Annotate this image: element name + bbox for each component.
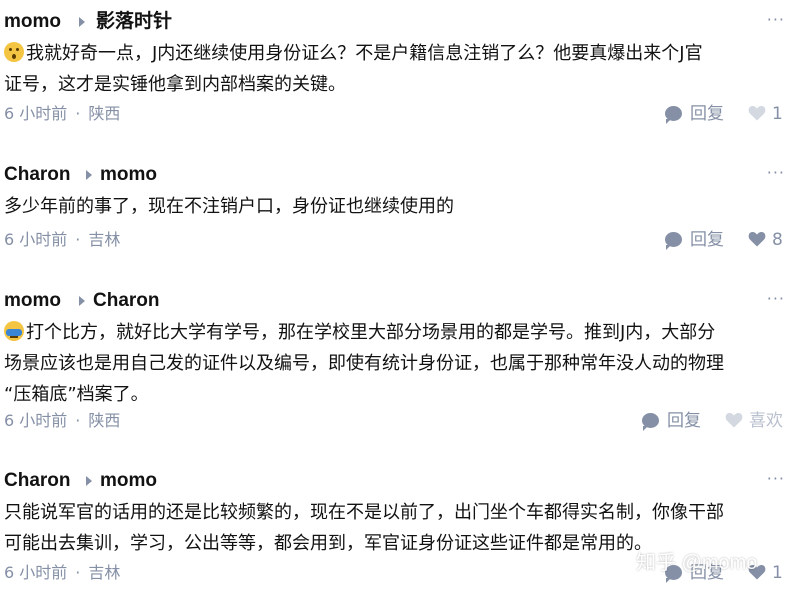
comment-header: Charon momo ··· bbox=[4, 467, 789, 495]
reply-arrow-icon bbox=[79, 296, 85, 306]
comment-actions: 回复 8 bbox=[665, 228, 790, 252]
comment-line: 可能出去集训，学习，公出等等，都会用到，军官证身份证这些证件都是常用的。 bbox=[4, 533, 652, 554]
reply-button[interactable]: 回复 bbox=[665, 102, 724, 126]
more-options-icon[interactable]: ··· bbox=[767, 469, 785, 488]
reply-button[interactable]: 回复 bbox=[642, 409, 701, 433]
comment-line: 多少年前的事了，现在不注销户口，身份证也继续使用的 bbox=[4, 196, 454, 217]
zhihu-watermark: 知乎 @momo bbox=[636, 552, 758, 574]
author-name[interactable]: Charon bbox=[4, 467, 71, 495]
comment-line: 我就好奇一点，J内还继续使用身份证么？不是户籍信息注销了么？他要真爆出来个J官 bbox=[26, 43, 703, 64]
timestamp: 6 小时前 bbox=[4, 563, 68, 582]
timestamp: 6 小时前 bbox=[4, 230, 68, 249]
reply-to-name[interactable]: momo bbox=[100, 467, 157, 495]
comment-bubble-icon bbox=[642, 413, 659, 431]
author-name[interactable]: momo bbox=[4, 8, 61, 36]
more-options-icon[interactable]: ··· bbox=[767, 163, 785, 182]
reply-label: 回复 bbox=[690, 230, 724, 250]
reply-button[interactable]: 回复 bbox=[665, 228, 724, 252]
reply-arrow-icon bbox=[86, 476, 92, 486]
comment-actions: 回复 1 bbox=[665, 102, 790, 126]
heart-icon bbox=[748, 105, 766, 121]
reply-to-name[interactable]: momo bbox=[100, 161, 157, 189]
reply-arrow-icon bbox=[86, 170, 92, 180]
heart-icon bbox=[748, 231, 766, 247]
reply-to-name[interactable]: 影落时针 bbox=[96, 8, 172, 36]
heart-icon bbox=[725, 412, 743, 428]
comment-line: 证号，这才是实锤他拿到内部档案的关键。 bbox=[4, 74, 346, 95]
timestamp: 6 小时前 bbox=[4, 411, 68, 430]
reply-to-name[interactable]: Charon bbox=[93, 287, 160, 315]
separator: · bbox=[75, 563, 81, 582]
comment-line: “压箱底”档案了。 bbox=[4, 384, 149, 405]
like-button[interactable]: 1 bbox=[748, 102, 783, 126]
timestamp: 6 小时前 bbox=[4, 104, 68, 123]
like-count: 8 bbox=[772, 230, 783, 250]
author-name[interactable]: momo bbox=[4, 287, 61, 315]
location: 陕西 bbox=[88, 411, 121, 430]
facepalm-emoji-icon bbox=[4, 321, 24, 341]
like-button[interactable]: 8 bbox=[748, 228, 783, 252]
reply-arrow-icon bbox=[79, 17, 85, 27]
separator: · bbox=[75, 411, 81, 430]
comment-actions: 回复 喜欢 bbox=[642, 409, 790, 433]
comment-text: 多少年前的事了，现在不注销户口，身份证也继续使用的 bbox=[4, 191, 794, 222]
comment-header: momo 影落时针 ··· bbox=[4, 8, 789, 36]
author-name[interactable]: Charon bbox=[4, 161, 71, 189]
surprised-emoji-icon bbox=[4, 42, 24, 62]
comment-line: 只能说军官的话用的还是比较频繁的，现在不是以前了，出门坐个车都得实名制，你像干部 bbox=[4, 502, 724, 523]
location: 陕西 bbox=[88, 104, 121, 123]
comment-header: Charon momo ··· bbox=[4, 161, 789, 189]
comment-header: momo Charon ··· bbox=[4, 287, 789, 315]
reply-label: 回复 bbox=[667, 411, 701, 431]
comment-line: 打个比方，就好比大学有学号，那在学校里大部分场景用的都是学号。推到J内，大部分 bbox=[26, 322, 716, 343]
comment-line: 场景应该也是用自己发的证件以及编号，即使有统计身份证，也属于那种常年没人动的物理 bbox=[4, 353, 724, 374]
comment-bubble-icon bbox=[665, 106, 682, 124]
location: 吉林 bbox=[88, 563, 121, 582]
location: 吉林 bbox=[88, 230, 121, 249]
more-options-icon[interactable]: ··· bbox=[767, 289, 785, 308]
reply-label: 回复 bbox=[690, 104, 724, 124]
comment-meta: 6 小时前 · 陕西 bbox=[4, 409, 120, 433]
like-button[interactable]: 喜欢 bbox=[725, 409, 783, 433]
separator: · bbox=[75, 104, 81, 123]
like-label: 喜欢 bbox=[749, 411, 783, 431]
comment-text: 我就好奇一点，J内还继续使用身份证么？不是户籍信息注销了么？他要真爆出来个J官 … bbox=[4, 38, 794, 100]
comment-text: 打个比方，就好比大学有学号，那在学校里大部分场景用的都是学号。推到J内，大部分 … bbox=[4, 317, 794, 410]
comment-meta: 6 小时前 · 吉林 bbox=[4, 561, 120, 585]
comment-meta: 6 小时前 · 吉林 bbox=[4, 228, 120, 252]
like-count: 1 bbox=[772, 563, 783, 583]
like-count: 1 bbox=[772, 104, 783, 124]
comment-bubble-icon bbox=[665, 232, 682, 250]
more-options-icon[interactable]: ··· bbox=[767, 10, 785, 29]
separator: · bbox=[75, 230, 81, 249]
comment-meta: 6 小时前 · 陕西 bbox=[4, 102, 120, 126]
